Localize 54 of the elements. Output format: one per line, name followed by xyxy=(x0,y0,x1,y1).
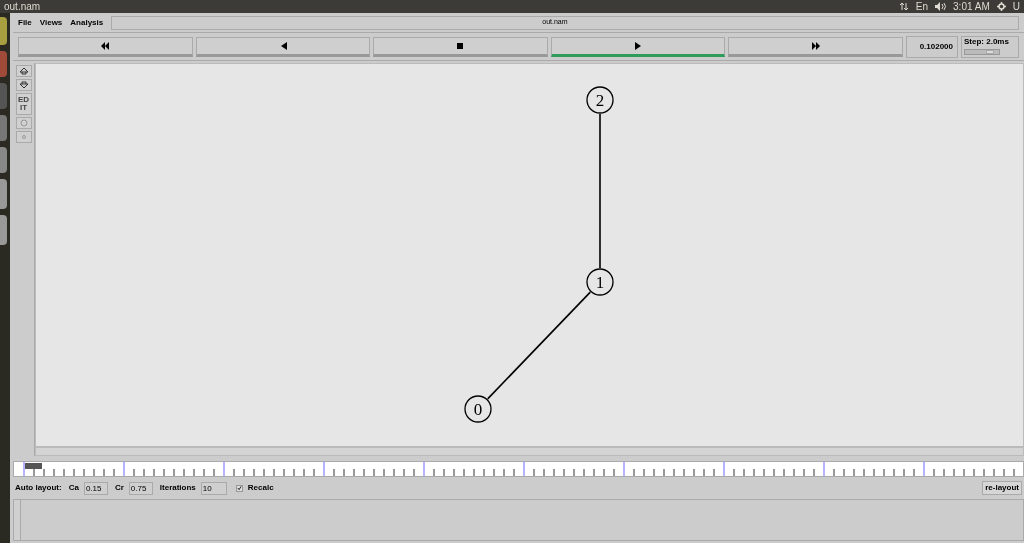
playback-button[interactable] xyxy=(373,36,548,57)
input-field[interactable]: 0.75 xyxy=(128,481,153,495)
menu-item[interactable]: File xyxy=(18,16,32,29)
stop-icon xyxy=(455,41,466,50)
field-label: Iterations xyxy=(159,482,196,494)
network-icon xyxy=(899,2,909,11)
launcher-icon[interactable] xyxy=(0,115,7,141)
settings-icon xyxy=(996,2,1006,11)
input-field[interactable]: 0.15 xyxy=(83,481,108,495)
recalc-label: Recalc xyxy=(247,482,274,494)
step-slider[interactable] xyxy=(964,48,1000,55)
tool-button[interactable] xyxy=(15,65,32,77)
launcher-icon[interactable] xyxy=(0,179,7,209)
check-icon xyxy=(236,485,242,491)
launcher-icon[interactable] xyxy=(0,147,7,173)
playback-button[interactable] xyxy=(195,36,371,57)
window-title: out.nam xyxy=(4,0,41,14)
node[interactable]: 0 xyxy=(464,395,492,423)
playback-button[interactable] xyxy=(550,36,726,57)
circle-icon xyxy=(19,119,28,127)
field-label: Cr xyxy=(114,482,124,494)
vertical-scrollbar[interactable] xyxy=(14,500,21,540)
playback-button[interactable] xyxy=(728,36,903,57)
slider-thumb[interactable] xyxy=(985,49,994,54)
input-field[interactable]: 10 xyxy=(200,481,227,495)
fast-forward-icon xyxy=(810,41,821,50)
node[interactable]: 2 xyxy=(586,86,614,114)
dot-icon xyxy=(20,134,27,140)
tray-text: En xyxy=(915,0,929,14)
volume-icon xyxy=(935,2,947,11)
menu-item[interactable]: Analysis xyxy=(70,16,104,29)
zoom-out-icon xyxy=(18,81,29,89)
menu-item[interactable]: Views xyxy=(39,16,63,29)
timeline-handle[interactable] xyxy=(25,463,42,469)
playback-button[interactable] xyxy=(18,36,193,57)
auto-layout-label: Auto layout: xyxy=(15,482,62,494)
timeline-ruler[interactable] xyxy=(13,461,1024,477)
tool-button[interactable]: ED IT xyxy=(15,93,32,115)
horizontal-scrollbar[interactable] xyxy=(35,447,1024,456)
step-label: Step: 2.0ms xyxy=(964,36,1010,47)
zoom-in-icon xyxy=(18,67,29,75)
recalc-checkbox[interactable] xyxy=(235,484,243,492)
tool-button[interactable] xyxy=(15,79,32,91)
launcher-icon[interactable] xyxy=(0,51,7,77)
launcher-icon[interactable] xyxy=(0,83,7,109)
time-display: 0.102000 xyxy=(906,35,958,58)
field-label: Ca xyxy=(68,482,79,494)
tray-text: U xyxy=(1012,0,1020,14)
re-layout-button[interactable]: re-layout xyxy=(982,481,1022,495)
tray-text: 3:01 AM xyxy=(953,0,990,14)
node[interactable]: 1 xyxy=(586,268,614,296)
rewind-icon xyxy=(100,41,111,50)
launcher-icon[interactable] xyxy=(0,17,7,45)
launcher-icon[interactable] xyxy=(0,215,7,245)
